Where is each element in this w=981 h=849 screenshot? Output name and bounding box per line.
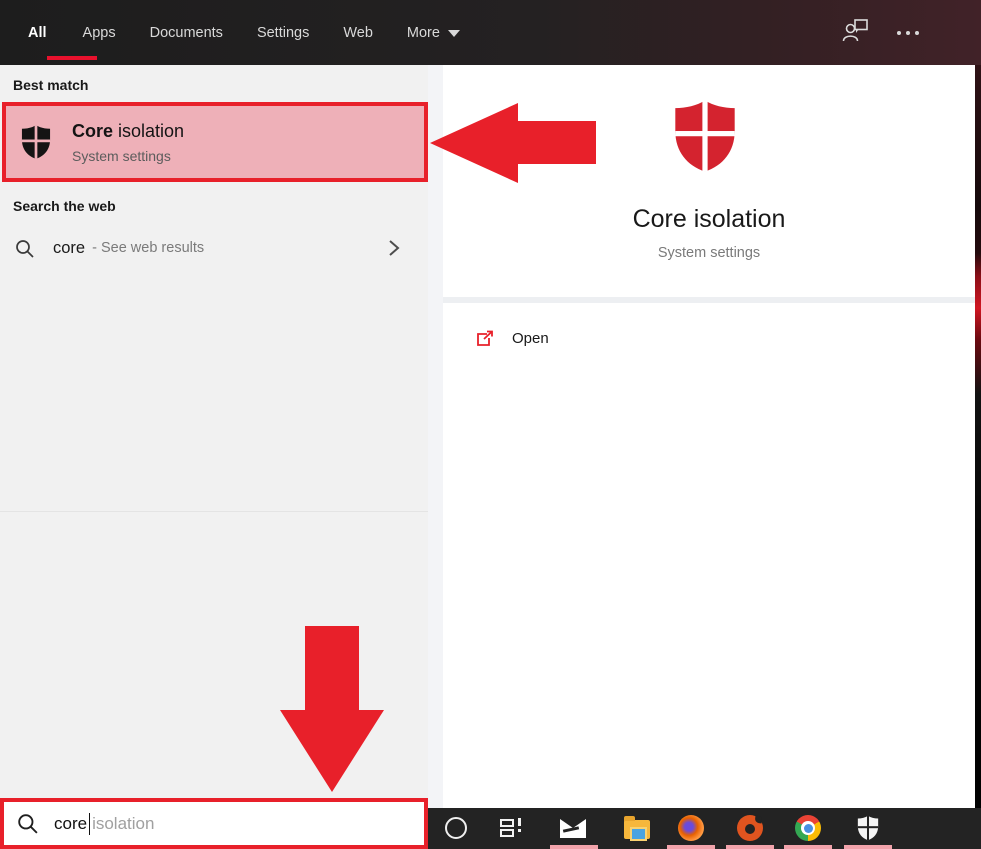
preview-subtitle: System settings (443, 245, 975, 261)
windows-security-icon[interactable] (854, 814, 882, 842)
running-indicator-chrome (784, 845, 832, 849)
best-match-result-core-isolation[interactable]: Core isolation System settings (2, 102, 428, 182)
account-feedback-icon[interactable] (842, 18, 869, 48)
open-external-icon (476, 330, 494, 347)
more-options-icon[interactable] (895, 25, 921, 41)
file-explorer-icon[interactable] (623, 814, 651, 842)
search-icon (17, 813, 38, 834)
tab-settings-label: Settings (257, 25, 309, 41)
running-indicator-firefox (667, 845, 715, 849)
search-typed-text: core (54, 814, 87, 834)
tab-more[interactable]: More (390, 0, 477, 65)
tab-settings[interactable]: Settings (240, 0, 326, 65)
search-the-web-header: Search the web (13, 198, 116, 214)
annotation-arrow-down-icon (278, 626, 386, 793)
mail-icon[interactable] (559, 814, 587, 842)
open-action[interactable]: Open (443, 319, 975, 357)
results-divider (0, 511, 428, 512)
best-match-header: Best match (13, 77, 88, 93)
tab-apps[interactable]: Apps (66, 0, 133, 65)
origin-icon[interactable] (736, 814, 764, 842)
tab-more-label: More (407, 25, 440, 41)
annotation-arrow-left-icon (430, 100, 598, 186)
text-caret (89, 813, 90, 835)
web-hint-text: - See web results (92, 240, 204, 256)
running-indicator-origin (726, 845, 774, 849)
tab-all[interactable]: All (28, 0, 66, 65)
running-indicator-mail (550, 845, 598, 849)
preview-divider (443, 297, 975, 303)
tab-all-label: All (28, 25, 47, 41)
search-filter-bar: All Apps Documents Settings Web More (0, 0, 981, 65)
tab-web-label: Web (343, 25, 373, 41)
tab-apps-label: Apps (83, 25, 116, 41)
desktop-wallpaper-strip (975, 65, 981, 849)
tab-documents-label: Documents (150, 25, 223, 41)
core-isolation-shield-icon (665, 98, 745, 174)
windows-search-flyout: All Apps Documents Settings Web More Bes… (0, 0, 981, 849)
search-input[interactable]: coreisolation (0, 798, 428, 849)
search-icon (15, 239, 34, 258)
open-label: Open (512, 330, 549, 347)
taskbar (428, 808, 981, 849)
chevron-right-icon (388, 239, 400, 257)
tab-documents[interactable]: Documents (133, 0, 240, 65)
web-result-item[interactable]: core - See web results (0, 231, 428, 265)
tab-web[interactable]: Web (326, 0, 390, 65)
task-view-icon[interactable] (497, 814, 525, 842)
firefox-icon[interactable] (677, 814, 705, 842)
best-match-subtitle: System settings (72, 148, 184, 164)
preview-title: Core isolation (443, 205, 975, 234)
cortana-icon[interactable] (442, 814, 470, 842)
security-shield-icon (18, 123, 54, 161)
chrome-icon[interactable] (794, 814, 822, 842)
chevron-down-icon (448, 30, 460, 37)
web-query-text: core (53, 239, 85, 258)
search-suggestion-text: isolation (92, 814, 154, 834)
filter-tabs: All Apps Documents Settings Web More (0, 0, 981, 65)
running-indicator-security (844, 845, 892, 849)
best-match-title: Core isolation (72, 121, 184, 142)
